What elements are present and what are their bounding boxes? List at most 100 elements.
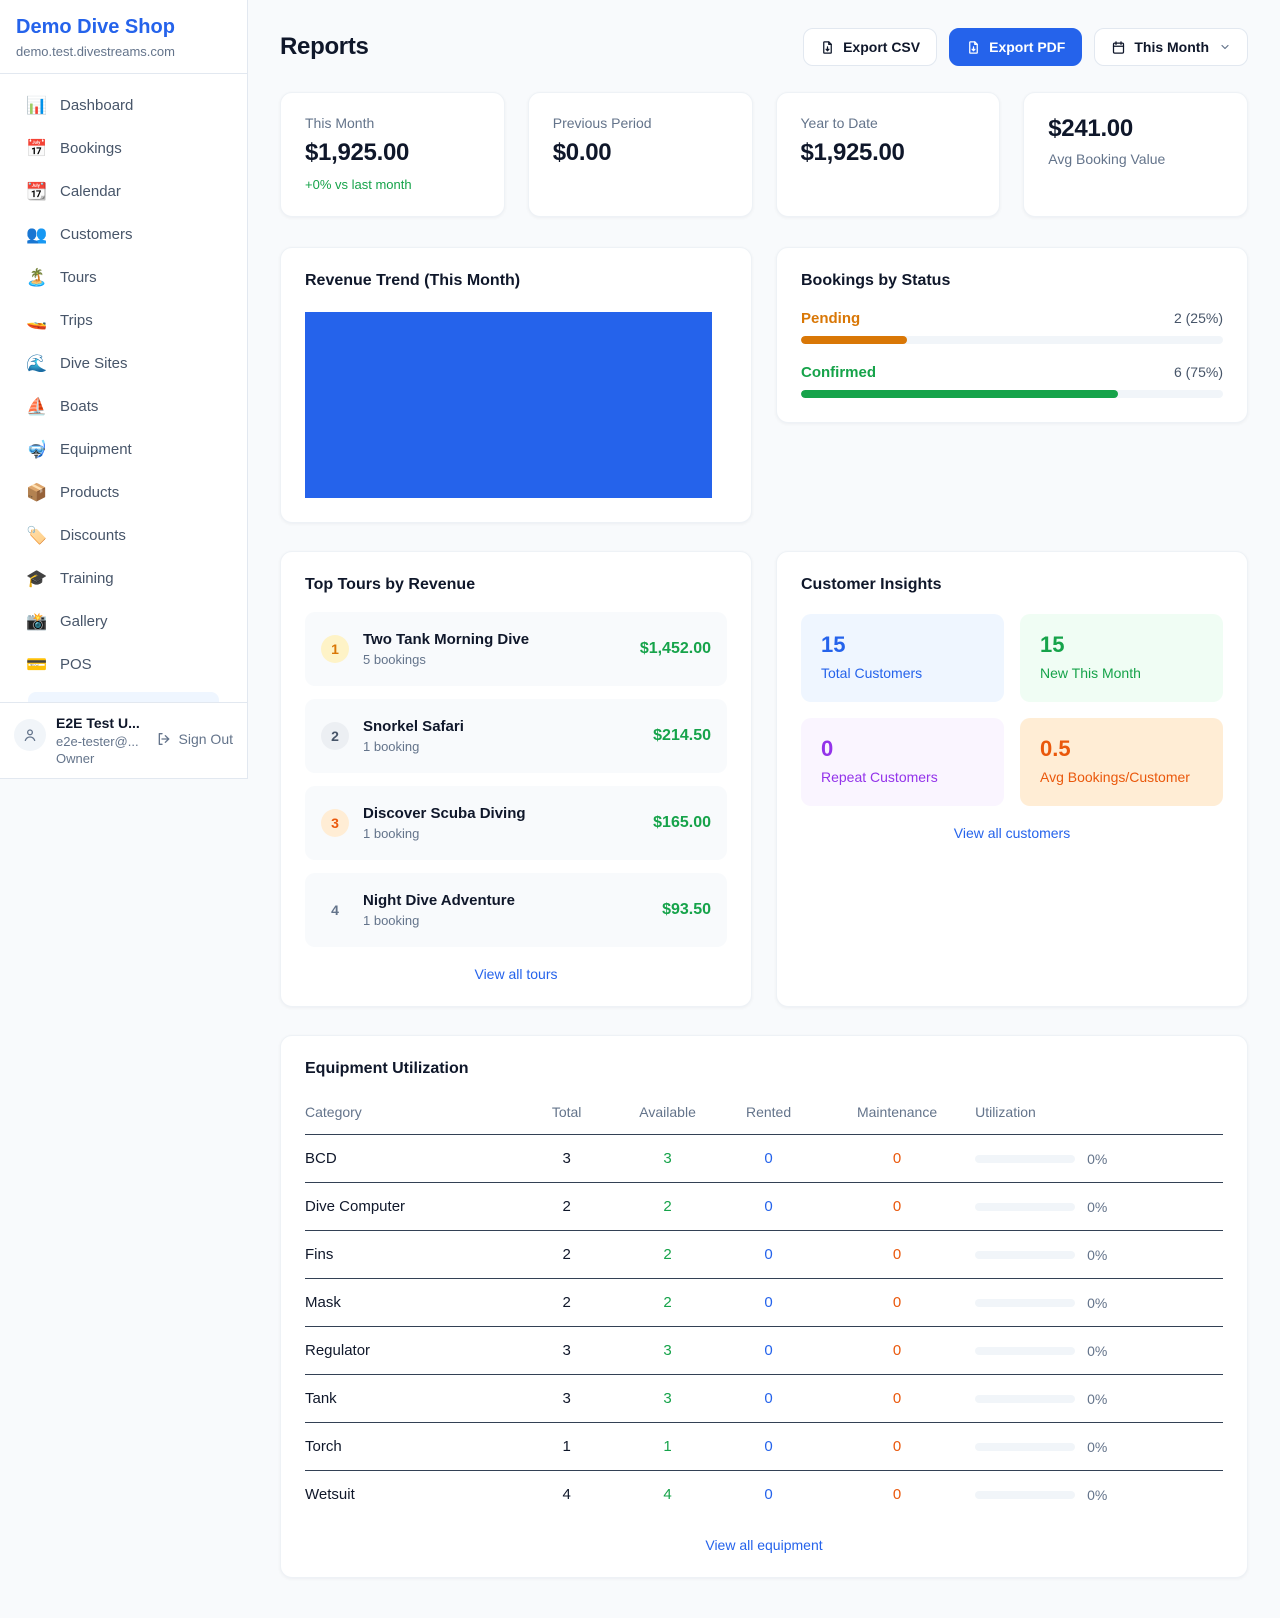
sidebar-item-pos[interactable]: 💳 POS (12, 643, 235, 686)
sidebar-item-label: Tours (60, 269, 97, 286)
sidebar-item-trips[interactable]: 🚤 Trips (12, 299, 235, 342)
pos-icon: 💳 (26, 655, 48, 675)
sidebar-item-label: Gallery (60, 613, 108, 630)
cell-category: Tank (305, 1375, 516, 1423)
sidebar-item-customers[interactable]: 👥 Customers (12, 213, 235, 256)
cell-maintenance: 0 (819, 1231, 975, 1279)
bookings-by-status-panel: Bookings by Status Pending 2 (25%) Confi… (776, 247, 1248, 423)
cell-rented: 0 (718, 1183, 819, 1231)
export-csv-button[interactable]: Export CSV (803, 28, 937, 66)
sign-out-button[interactable]: Sign Out (156, 731, 233, 747)
sidebar-item-dive-sites[interactable]: 🌊 Dive Sites (12, 342, 235, 385)
cell-maintenance: 0 (819, 1279, 975, 1327)
cell-total: 4 (516, 1471, 617, 1519)
revenue-trend-panel: Revenue Trend (This Month) (280, 247, 752, 523)
trips-icon: 🚤 (26, 311, 48, 331)
insight-tiles: 15 Total Customers 15 New This Month 0 R… (801, 614, 1223, 806)
cell-category: Regulator (305, 1327, 516, 1375)
table-row: Dive Computer 2 2 0 0 0% (305, 1183, 1223, 1231)
rank-badge: 4 (321, 896, 349, 924)
table-row: Regulator 3 3 0 0 0% (305, 1327, 1223, 1375)
view-all-customers-link[interactable]: View all customers (801, 825, 1223, 841)
tour-bookings: 5 bookings (363, 652, 626, 667)
sidebar-item-calendar[interactable]: 📆 Calendar (12, 170, 235, 213)
tour-meta: Snorkel Safari 1 booking (363, 718, 639, 754)
sidebar-item-tours[interactable]: 🏝️ Tours (12, 256, 235, 299)
progress-fill-pending (801, 336, 907, 344)
tour-meta: Night Dive Adventure 1 booking (363, 892, 648, 928)
cell-category: BCD (305, 1135, 516, 1183)
cell-category: Wetsuit (305, 1471, 516, 1519)
tile-value: 15 (1040, 632, 1203, 658)
sidebar-item-label: Trips (60, 312, 93, 329)
cell-rented: 0 (718, 1279, 819, 1327)
calendar-icon (1111, 40, 1126, 55)
sign-out-icon (156, 731, 172, 747)
view-all-tours-link[interactable]: View all tours (305, 966, 727, 982)
export-csv-label: Export CSV (843, 39, 920, 55)
sidebar-item-products[interactable]: 📦 Products (12, 471, 235, 514)
sidebar-item-label: Products (60, 484, 119, 501)
cell-utilization: 0% (975, 1471, 1223, 1519)
status-label: Pending (801, 310, 860, 327)
tour-list-item: 1 Two Tank Morning Dive 5 bookings $1,45… (305, 612, 727, 686)
table-row: Wetsuit 4 4 0 0 0% (305, 1471, 1223, 1519)
header-actions: Export CSV Export PDF This Month (803, 28, 1248, 66)
sidebar-item-label: Customers (60, 226, 133, 243)
tour-list-item: 3 Discover Scuba Diving 1 booking $165.0… (305, 786, 727, 860)
cell-maintenance: 0 (819, 1375, 975, 1423)
utilization-pct: 0% (1087, 1199, 1107, 1215)
cell-available: 1 (617, 1423, 718, 1471)
tile-label: Avg Bookings/Customer (1040, 769, 1203, 785)
tour-name: Discover Scuba Diving (363, 805, 639, 822)
stat-value: $1,925.00 (305, 139, 480, 167)
utilization-track (975, 1299, 1075, 1307)
stat-card-year-to-date: Year to Date $1,925.00 (776, 92, 1001, 217)
sidebar-item-boats[interactable]: ⛵ Boats (12, 385, 235, 428)
progress-track (801, 390, 1223, 398)
utilization-track (975, 1443, 1075, 1451)
col-header-total: Total (516, 1092, 617, 1135)
gallery-icon: 📸 (26, 612, 48, 632)
col-header-maintenance: Maintenance (819, 1092, 975, 1135)
cell-available: 4 (617, 1471, 718, 1519)
view-all-equipment-link[interactable]: View all equipment (305, 1537, 1223, 1553)
sidebar-item-label: Equipment (60, 441, 132, 458)
tour-bookings: 1 booking (363, 826, 639, 841)
sidebar-item-gallery[interactable]: 📸 Gallery (12, 600, 235, 643)
cell-available: 2 (617, 1231, 718, 1279)
tile-total-customers: 15 Total Customers (801, 614, 1004, 702)
tour-list: 1 Two Tank Morning Dive 5 bookings $1,45… (305, 612, 727, 947)
sidebar-item-discounts[interactable]: 🏷️ Discounts (12, 514, 235, 557)
period-dropdown[interactable]: This Month (1094, 28, 1248, 66)
cell-available: 3 (617, 1375, 718, 1423)
col-header-available: Available (617, 1092, 718, 1135)
sidebar-item-equipment[interactable]: 🤿 Equipment (12, 428, 235, 471)
tile-value: 0 (821, 736, 984, 762)
table-header-row: Category Total Available Rented Maintena… (305, 1092, 1223, 1135)
tile-repeat-customers: 0 Repeat Customers (801, 718, 1004, 806)
user-name: E2E Test U... (56, 715, 146, 731)
user-email: e2e-tester@... (56, 734, 146, 749)
sidebar-item-dashboard[interactable]: 📊 Dashboard (12, 84, 235, 127)
file-download-icon (820, 40, 835, 55)
cell-total: 2 (516, 1231, 617, 1279)
equipment-icon: 🤿 (26, 440, 48, 460)
table-row: Torch 1 1 0 0 0% (305, 1423, 1223, 1471)
user-role: Owner (56, 751, 146, 766)
avatar (14, 719, 46, 751)
export-pdf-button[interactable]: Export PDF (949, 28, 1082, 66)
sidebar-item-bookings[interactable]: 📅 Bookings (12, 127, 235, 170)
tour-bookings: 1 booking (363, 913, 648, 928)
customer-insights-panel: Customer Insights 15 Total Customers 15 … (776, 551, 1248, 1007)
utilization-track (975, 1203, 1075, 1211)
cell-total: 3 (516, 1135, 617, 1183)
user-panel: E2E Test U... e2e-tester@... Owner Sign … (0, 702, 247, 778)
stat-delta: +0% vs last month (305, 177, 480, 192)
panel-title: Revenue Trend (This Month) (305, 272, 727, 290)
stat-label: Year to Date (801, 115, 976, 131)
cell-rented: 0 (718, 1327, 819, 1375)
tours-icon: 🏝️ (26, 268, 48, 288)
sidebar-item-training[interactable]: 🎓 Training (12, 557, 235, 600)
sidebar-item-active-partial[interactable] (28, 692, 219, 702)
